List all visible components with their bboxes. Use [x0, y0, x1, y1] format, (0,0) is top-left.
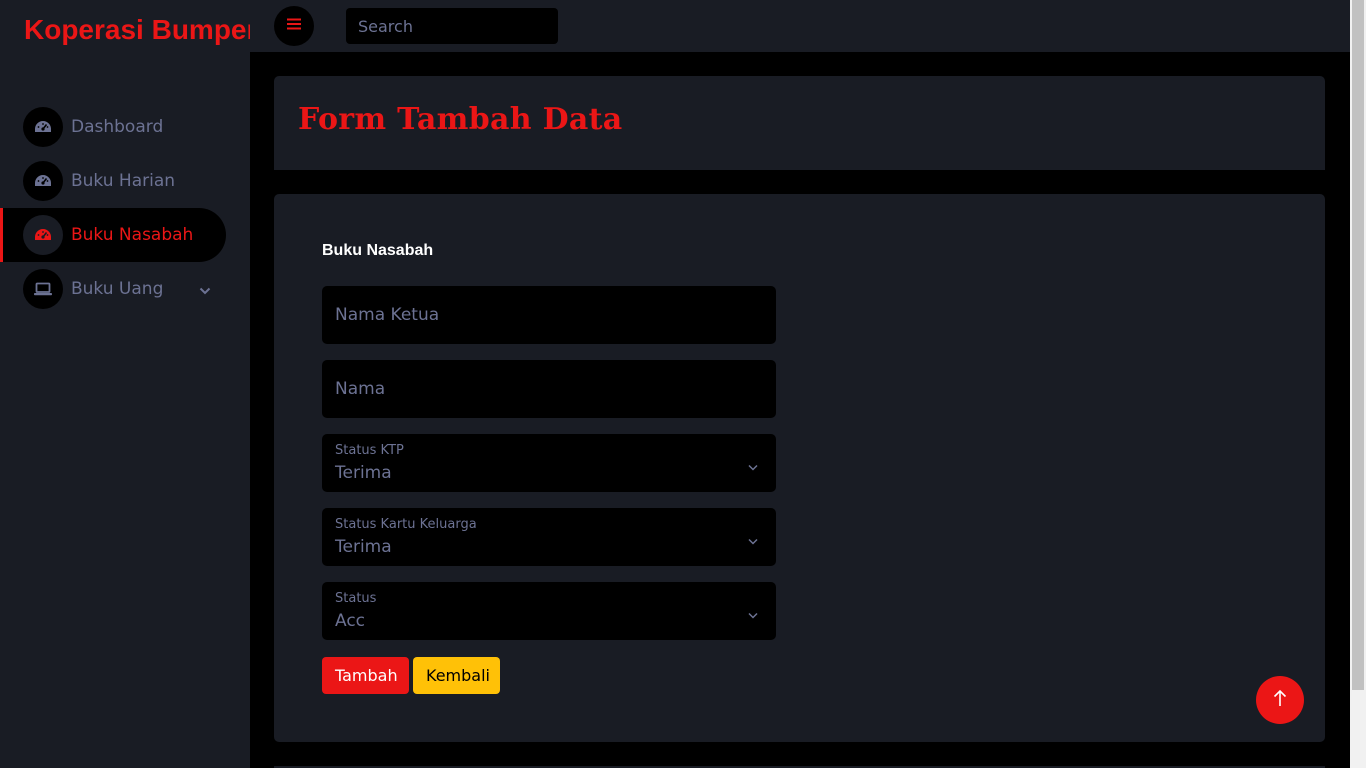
- topbar: [250, 0, 1350, 52]
- tachometer-icon: [23, 161, 63, 201]
- sidebar: Koperasi Bumper Dashboard Buku Harian Bu…: [0, 0, 257, 768]
- page-header: Form Tambah Data: [274, 76, 1325, 170]
- sidebar-item-label: Buku Nasabah: [71, 225, 194, 245]
- brand-logo[interactable]: Koperasi Bumper: [24, 14, 257, 46]
- status-ktp-select[interactable]: Status KTP Terima: [322, 434, 776, 492]
- kembali-button[interactable]: Kembali: [413, 657, 500, 694]
- sidebar-item-buku-uang[interactable]: Buku Uang: [0, 262, 226, 316]
- nama-placeholder: Nama: [335, 379, 386, 399]
- sidebar-nav: Dashboard Buku Harian Buku Nasabah Buku …: [0, 100, 250, 316]
- status-kk-select[interactable]: Status Kartu Keluarga Terima: [322, 508, 776, 566]
- tachometer-icon: [23, 107, 63, 147]
- nama-ketua-field[interactable]: Nama Ketua: [322, 286, 776, 344]
- status-value: Acc: [335, 611, 366, 631]
- sidebar-item-buku-harian[interactable]: Buku Harian: [0, 154, 226, 208]
- sidebar-item-label: Dashboard: [71, 117, 164, 137]
- laptop-icon: [23, 269, 63, 309]
- sidebar-item-dashboard[interactable]: Dashboard: [0, 100, 226, 154]
- arrow-up-icon: [1273, 689, 1287, 712]
- chevron-down-icon[interactable]: [199, 282, 211, 300]
- status-ktp-label: Status KTP: [335, 443, 404, 458]
- chevron-down-icon: [748, 532, 758, 550]
- form-heading: Buku Nasabah: [322, 242, 434, 259]
- status-select[interactable]: Status Acc: [322, 582, 776, 640]
- status-ktp-value: Terima: [335, 463, 392, 483]
- scrollbar-thumb[interactable]: [1352, 0, 1364, 690]
- chevron-down-icon: [748, 606, 758, 624]
- tachometer-icon: [23, 215, 63, 255]
- status-label: Status: [335, 591, 377, 606]
- sidebar-item-label: Buku Harian: [71, 171, 176, 191]
- nama-field[interactable]: Nama: [322, 360, 776, 418]
- page-title: Form Tambah Data: [298, 102, 623, 137]
- tambah-button[interactable]: Tambah: [322, 657, 409, 694]
- search-input[interactable]: [346, 8, 558, 44]
- status-kk-label: Status Kartu Keluarga: [335, 517, 477, 532]
- sidebar-item-label: Buku Uang: [71, 279, 164, 299]
- back-to-top-button[interactable]: [1256, 676, 1304, 724]
- menu-icon: [287, 17, 301, 35]
- sidebar-item-buku-nasabah[interactable]: Buku Nasabah: [0, 208, 226, 262]
- chevron-down-icon: [748, 458, 758, 476]
- sidebar-toggle-button[interactable]: [274, 6, 314, 46]
- status-kk-value: Terima: [335, 537, 392, 557]
- nama-ketua-placeholder: Nama Ketua: [335, 305, 440, 325]
- form-card: Buku Nasabah Nama Ketua Nama Status KTP …: [274, 194, 1325, 742]
